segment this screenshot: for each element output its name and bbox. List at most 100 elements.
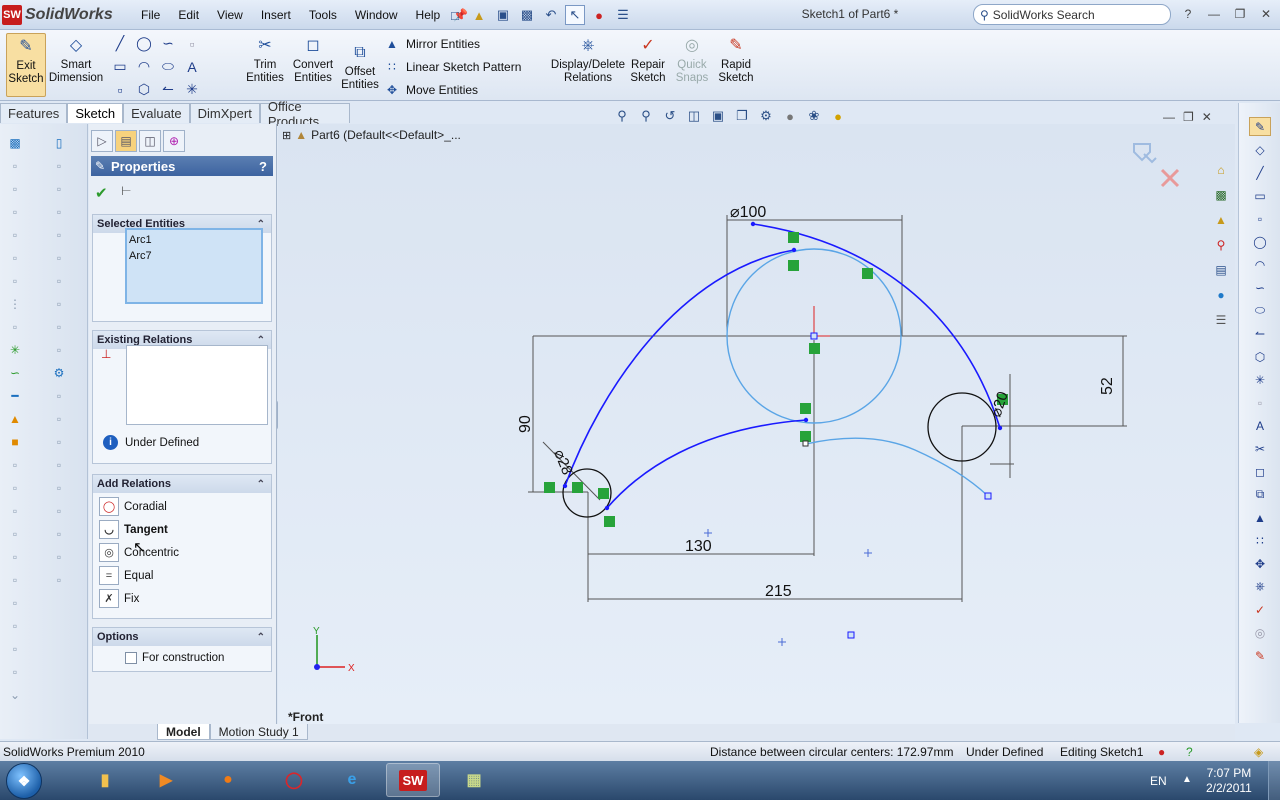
tool-icon[interactable]: ▫ <box>48 318 70 336</box>
show-desktop-button[interactable] <box>1268 761 1280 800</box>
configuration-manager-tab-icon[interactable]: ◫ <box>139 130 161 152</box>
tool-icon[interactable]: ▫ <box>4 226 26 244</box>
tab-model[interactable]: Model <box>157 724 210 740</box>
tangent-relation-icon[interactable] <box>800 431 811 442</box>
view-orientation-icon[interactable]: ▣ <box>708 106 728 126</box>
ellipse-icon[interactable]: ⬭ <box>1249 301 1271 320</box>
menu-insert[interactable]: Insert <box>252 6 300 24</box>
minimize-icon[interactable]: — <box>1202 5 1226 23</box>
options-icon[interactable]: ☰ <box>613 5 633 25</box>
dimension-52-text[interactable]: 52 <box>1099 377 1116 395</box>
tool-icon[interactable]: ▫ <box>48 479 70 497</box>
menu-view[interactable]: View <box>208 6 252 24</box>
print-icon[interactable]: ▩ <box>517 5 537 25</box>
viewport-close-icon[interactable]: ✕ <box>1202 110 1212 124</box>
tool-icon[interactable]: ▫ <box>4 502 26 520</box>
coincident-relation-icon[interactable] <box>809 343 820 354</box>
rebuild-traffic-light-icon[interactable]: ● <box>589 5 609 25</box>
tool-icon[interactable]: ▫ <box>48 456 70 474</box>
fillet-icon[interactable]: ↼ <box>1249 324 1271 343</box>
tool-icon[interactable]: ▫ <box>4 525 26 543</box>
firefox-icon[interactable]: ● <box>201 763 255 797</box>
tool-icon[interactable]: ▫ <box>4 594 26 612</box>
collapse-chevron-icon[interactable]: ⌃ <box>257 335 265 346</box>
tool-icon[interactable]: ▫ <box>48 571 70 589</box>
tangent-relation-icon[interactable] <box>604 516 615 527</box>
new-document-icon[interactable]: □ <box>445 5 465 25</box>
tool-icon[interactable]: ▫ <box>48 548 70 566</box>
zoom-to-area-icon[interactable]: ⚲ <box>636 106 656 126</box>
dimension-130-text[interactable]: 130 <box>685 538 712 555</box>
tangent-relation-icon[interactable] <box>788 260 799 271</box>
tool-icon[interactable]: ▫ <box>4 318 26 336</box>
dimension-215-text[interactable]: 215 <box>765 583 792 600</box>
tangent-relation-button[interactable]: ◡ Tangent <box>99 520 168 539</box>
solidworks-logo[interactable]: SW SolidWorks <box>2 3 122 27</box>
tool-icon[interactable]: ▫ <box>4 571 26 589</box>
tangent-relation-icon[interactable] <box>800 403 811 414</box>
show-hidden-icons-icon[interactable]: ▲ <box>1182 774 1192 785</box>
exit-sketch-icon[interactable]: ✎ <box>1249 117 1271 136</box>
restore-icon[interactable]: ❐ <box>1228 5 1252 23</box>
apply-scene-icon[interactable]: ❀ <box>804 106 824 126</box>
save-icon[interactable]: ▣ <box>493 5 513 25</box>
fix-relation-button[interactable]: ✗ Fix <box>99 589 139 608</box>
tool-icon[interactable]: ▫ <box>48 502 70 520</box>
fillet-icon[interactable]: ↼ <box>156 78 180 101</box>
display-style-icon[interactable]: ❐ <box>732 106 752 126</box>
tool-icon[interactable]: ▫ <box>48 272 70 290</box>
slot-icon[interactable]: ▫ <box>108 78 132 101</box>
arc-icon[interactable]: ◠ <box>132 55 156 78</box>
appearances-icon[interactable]: ● <box>1210 285 1232 305</box>
tool-icon[interactable]: ▫ <box>4 617 26 635</box>
solidworks-icon[interactable]: SW <box>386 763 440 797</box>
spline-icon[interactable]: ∽ <box>156 32 180 55</box>
viewport-restore-icon[interactable]: ❐ <box>1183 110 1194 124</box>
menu-file[interactable]: File <box>132 6 169 24</box>
tool-icon[interactable]: ▫ <box>48 433 70 451</box>
spline-tool-icon[interactable]: ∽ <box>4 364 26 382</box>
list-item[interactable]: Arc7 <box>129 248 259 264</box>
tool-icon[interactable]: ▫ <box>48 295 70 313</box>
property-manager-help[interactable]: ? <box>259 159 267 174</box>
quick-snaps-icon[interactable]: ◎ <box>1249 623 1271 642</box>
point-icon[interactable]: ✳ <box>1249 370 1271 389</box>
opera-icon[interactable]: ◯ <box>267 763 321 797</box>
arc7-inner[interactable] <box>606 419 807 509</box>
media-player-icon[interactable]: ▶ <box>139 763 193 797</box>
repair-sketch-icon[interactable]: ✓ <box>1249 600 1271 619</box>
arc1-outer[interactable] <box>564 249 795 487</box>
spline-icon[interactable]: ∽ <box>1249 278 1271 297</box>
text-icon[interactable]: A <box>180 55 204 78</box>
zoom-to-fit-icon[interactable]: ⚲ <box>612 106 632 126</box>
search-box[interactable]: ⚲ SolidWorks Search <box>973 4 1171 25</box>
polygon-icon[interactable]: ⬡ <box>132 78 156 101</box>
polygon-icon[interactable]: ⬡ <box>1249 347 1271 366</box>
previous-view-icon[interactable]: ↺ <box>660 106 680 126</box>
diameter-100-text[interactable]: ⌀100 <box>730 204 766 221</box>
tool-icon[interactable]: ▫ <box>4 663 26 681</box>
tab-evaluate[interactable]: Evaluate <box>123 103 190 123</box>
point-marker[interactable] <box>847 631 855 639</box>
exit-sketch-button[interactable]: ✎ Exit Sketch <box>6 33 46 97</box>
slot-icon[interactable]: ▫ <box>1249 209 1271 228</box>
circle-icon[interactable]: ◯ <box>132 32 156 55</box>
tool-icon[interactable]: ▫ <box>4 180 26 198</box>
undo-icon[interactable]: ↶ <box>541 5 561 25</box>
tool-icon[interactable]: ▫ <box>4 548 26 566</box>
open-folder-icon[interactable]: ▲ <box>469 5 489 25</box>
for-construction-row[interactable]: For construction <box>125 652 224 664</box>
help-icon[interactable]: ? <box>1176 5 1200 23</box>
mirror-entities-button[interactable]: ▲ Mirror Entities <box>384 36 480 52</box>
lower-arc[interactable] <box>805 437 989 497</box>
tool-icon[interactable]: ▫ <box>4 272 26 290</box>
custom-properties-icon[interactable]: ☰ <box>1210 310 1232 330</box>
view-settings-icon[interactable]: ● <box>828 106 848 126</box>
ok-checkmark-icon[interactable]: ✔ <box>95 184 108 202</box>
tool-icon[interactable]: ▫ <box>48 410 70 428</box>
line-icon[interactable]: ╱ <box>108 32 132 55</box>
notes-icon[interactable]: ▦ <box>447 763 501 797</box>
move-entities-icon[interactable]: ✥ <box>1249 554 1271 573</box>
coradial-relation-button[interactable]: ◯ Coradial <box>99 497 167 516</box>
quick-snaps-button[interactable]: ◎ Quick Snaps <box>672 33 712 97</box>
